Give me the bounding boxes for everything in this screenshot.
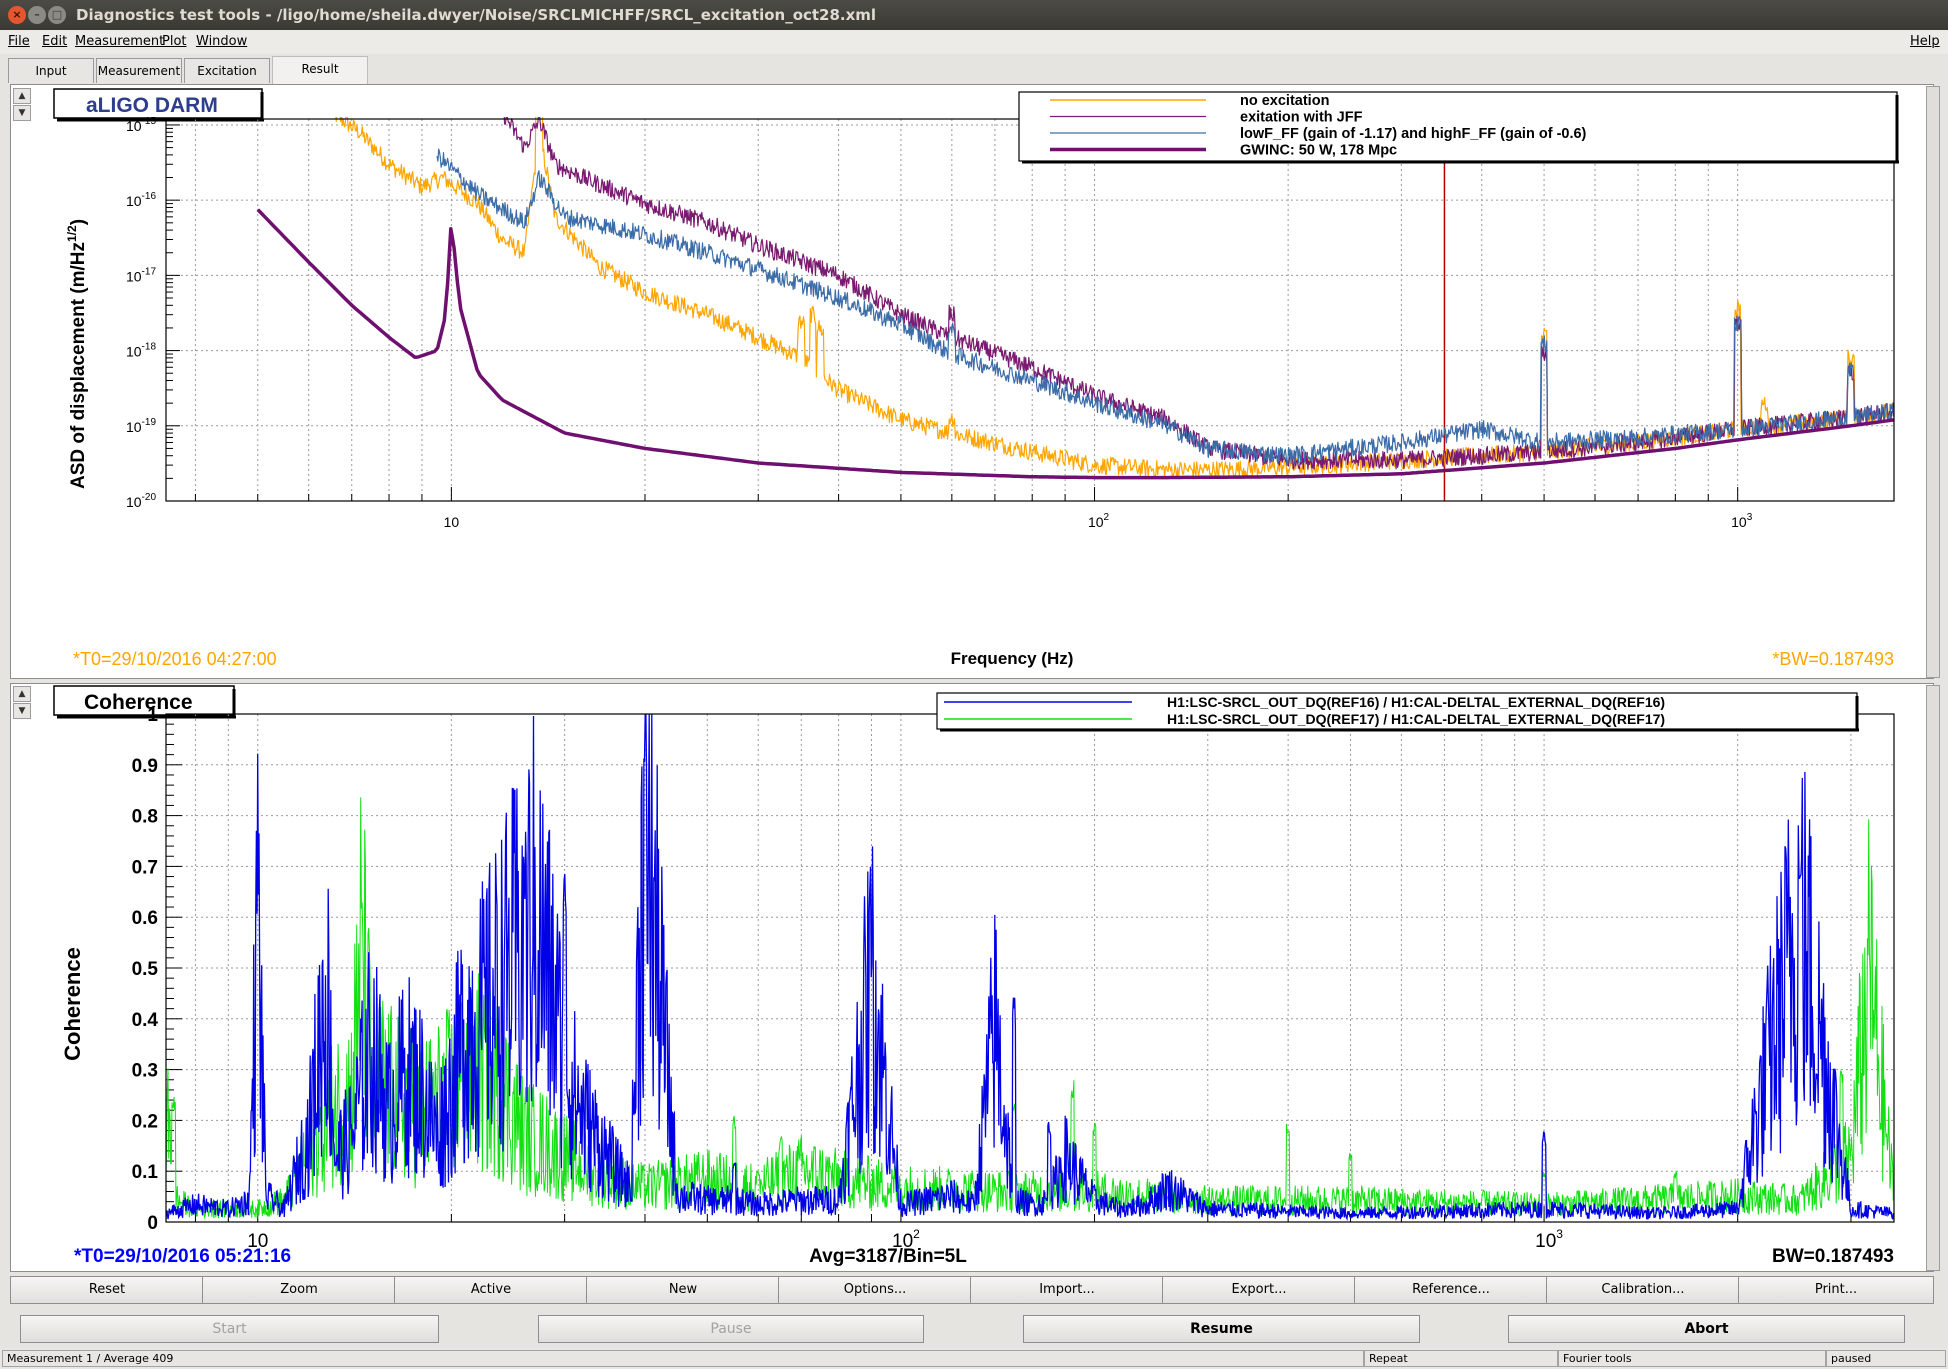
coherence-y-tick-label: 0.9 [132,756,158,777]
asd-x-tick-label: 10 [444,514,460,530]
asd-y-tick-label: 10-20 [126,492,156,510]
bottom-panel-scroll-up-icon[interactable]: ▲ [13,686,31,702]
menu-help[interactable]: Help [1910,34,1940,49]
asd-x-axis-label: Frequency (Hz) [951,649,1074,668]
tab-measurement[interactable]: Measurement [96,58,182,83]
coherence-plot[interactable]: Coherence 0 0.1 0.2 0.3 0.4 0.5 0.6 0.7 0.8 0.9 1 1… [34,684,1934,1272]
window-title: Diagnostics test tools - /ligo/home/shei… [76,6,877,24]
coherence-y-tick-label: 0.4 [132,1010,159,1031]
asd-legend-label: lowF_FF (gain of -1.17) and highF_FF (ga… [1240,126,1587,142]
coherence-legend: H1:LSC-SRCL_OUT_DQ(REF16) / H1:CAL-DELTA… [936,692,1859,732]
app-window: × – □ Diagnostics test tools - /ligo/hom… [0,0,1948,1369]
coherence-series-coh_blue [166,714,1894,1222]
asd-y-tick-label: 10-19 [126,417,156,435]
coherence-x-tick-label: 103 [1535,1227,1563,1252]
asd-legend-label: no excitation [1240,93,1329,109]
coherence-y-tick-label: 0.8 [132,807,158,828]
asd-y-tick-label: 10-17 [126,266,156,284]
reference-button[interactable]: Reference... [1354,1276,1548,1304]
coherence-y-tick-label: 0.5 [132,959,159,980]
coherence-y-tick-label: 0.1 [132,1162,159,1183]
tab-input[interactable]: Input [8,58,94,83]
asd-x-tick-label: 102 [1088,512,1110,530]
status-bar: Measurement 1 / Average 409 Repeat Fouri… [0,1348,1948,1369]
coherence-bandwidth-label: BW=0.187493 [1772,1246,1894,1267]
measurement-control-row: Start Pause Resume Abort [0,1313,1948,1349]
maximize-window-icon[interactable]: □ [48,6,66,24]
asd-t0-label: *T0=29/10/2016 04:27:00 [73,649,277,669]
close-window-icon[interactable]: × [8,6,26,24]
top-panel-scroll-up-icon[interactable]: ▲ [13,88,31,104]
coherence-legend-label: H1:LSC-SRCL_OUT_DQ(REF16) / H1:CAL-DELTA… [1167,694,1665,710]
status-fourier-tools: Fourier tools [1558,1350,1826,1367]
asd-y-axis-label: ASD of displacement (m/Hz1/2) [65,219,89,489]
minimize-window-icon[interactable]: – [28,6,46,24]
start-button[interactable]: Start [20,1315,439,1343]
coherence-y-tick-label: 1 [147,705,158,726]
abort-button[interactable]: Abort [1508,1315,1905,1343]
export-button[interactable]: Export... [1162,1276,1356,1304]
asd-y-tick-label: 10-15 [126,116,156,134]
tab-excitation[interactable]: Excitation [184,58,270,83]
coherence-plot-title: Coherence [84,691,193,714]
asd-x-tick-label: 103 [1731,512,1753,530]
status-state: paused [1826,1350,1946,1367]
title-bar: × – □ Diagnostics test tools - /ligo/hom… [0,0,1948,30]
reset-button[interactable]: Reset [10,1276,204,1304]
asd-legend-label: GWINC: 50 W, 178 Mpc [1240,143,1397,159]
menu-file[interactable]: File [8,34,30,49]
coherence-legend-label: H1:LSC-SRCL_OUT_DQ(REF17) / H1:CAL-DELTA… [1167,711,1665,727]
coherence-y-tick-label: 0.6 [132,908,158,929]
coherence-y-tick-label: 0 [147,1213,158,1234]
coherence-average-label: Avg=3187/Bin=5L [809,1246,967,1267]
status-repeat: Repeat [1364,1350,1558,1367]
menu-measurement[interactable]: Measurement [75,34,164,49]
asd-y-tick-label: 10-18 [126,342,156,360]
pause-button[interactable]: Pause [538,1315,924,1343]
import-button[interactable]: Import... [970,1276,1164,1304]
coherence-plot-curves [166,714,1894,1222]
coherence-y-tick-label: 0.2 [132,1111,158,1132]
new-button[interactable]: New [586,1276,780,1304]
asd-plot[interactable]: aLIGO DARM 10-15 10-16 10-17 10-18 10-19 10-2… [34,86,1934,676]
coherence-y-tick-label: 0.7 [132,857,158,878]
asd-legend: no excitationexitation with JFFlowF_FF (… [1018,91,1899,164]
options-button[interactable]: Options... [778,1276,972,1304]
menu-window[interactable]: Window [196,34,247,49]
calibration-button[interactable]: Calibration... [1546,1276,1740,1304]
asd-plot-title: aLIGO DARM [86,94,218,117]
top-panel-scroll-down-icon[interactable]: ▼ [13,105,31,121]
menu-bar: File Edit Measurement Plot Window Help [0,30,1948,54]
resume-button[interactable]: Resume [1023,1315,1420,1343]
coherence-y-axis-label: Coherence [60,947,85,1061]
asd-bandwidth-label: *BW=0.187493 [1772,649,1894,669]
zoom-button[interactable]: Zoom [202,1276,396,1304]
coherence-y-tick-label: 0.3 [132,1061,158,1082]
tab-bar: Input Measurement Excitation Result [0,54,1948,84]
plot-button-row: Reset Zoom Active New Options... Import.… [10,1276,1940,1304]
coherence-t0-label: *T0=29/10/2016 05:21:16 [74,1246,291,1267]
status-measurement: Measurement 1 / Average 409 [2,1350,1364,1367]
asd-series-steel_blue [436,148,1894,466]
menu-edit[interactable]: Edit [42,34,67,49]
asd-legend-label: exitation with JFF [1240,110,1363,126]
menu-plot[interactable]: Plot [162,34,187,49]
asd-y-tick-label: 10-16 [126,191,156,209]
active-button[interactable]: Active [394,1276,588,1304]
bottom-panel-scroll-down-icon[interactable]: ▼ [13,703,31,719]
print-button[interactable]: Print... [1738,1276,1934,1304]
asd-plot-axes: 10-15 10-16 10-17 10-18 10-19 10-20 10 102 103 [126,116,1895,530]
tab-result[interactable]: Result [272,56,368,84]
